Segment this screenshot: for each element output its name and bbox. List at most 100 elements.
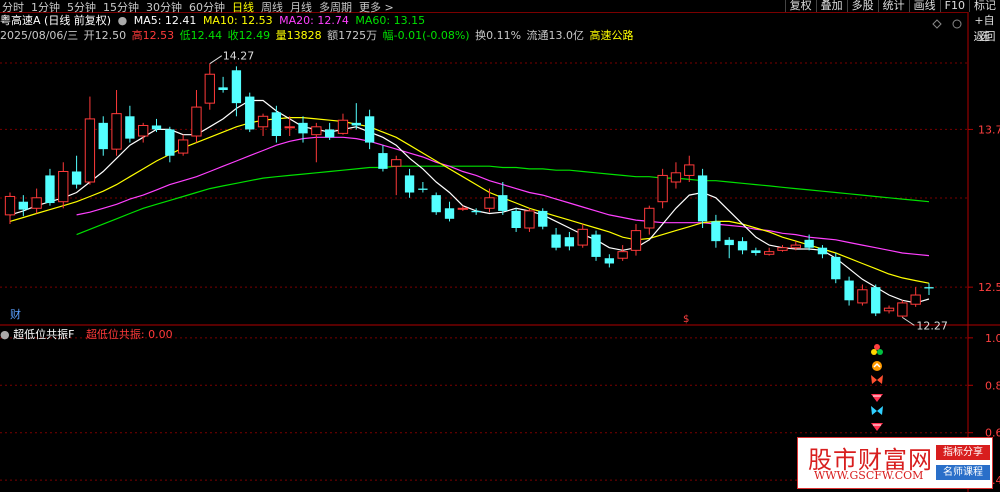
candle <box>431 192 441 215</box>
candle <box>630 224 642 256</box>
toolbar-button[interactable]: 复权 <box>784 0 816 12</box>
period-tab[interactable]: 5分钟 <box>67 0 96 15</box>
indicator-icons <box>871 344 883 431</box>
candle-body <box>191 106 202 137</box>
tricolor-balls-icon <box>871 344 883 355</box>
candle-body <box>591 234 601 257</box>
candle <box>257 113 269 136</box>
period-tab[interactable]: 30分钟 <box>146 0 182 15</box>
candle <box>871 284 881 317</box>
candle <box>684 155 695 182</box>
float-cap-label: 流通13.0亿 <box>526 29 585 42</box>
period-tab[interactable]: 分时 <box>2 0 24 15</box>
chart-canvas[interactable]: 13.712.51.00.80.60.414.2712.27财$ <box>0 0 1000 492</box>
side-button[interactable]: 返回 <box>969 29 1000 45</box>
candle-body <box>804 239 814 248</box>
candle <box>817 245 828 259</box>
indicator-settings-icon[interactable]: ● <box>0 328 10 341</box>
toolbar-button[interactable]: 标记 <box>969 0 1000 12</box>
candle <box>764 247 775 256</box>
candle-body <box>817 247 828 255</box>
side-button[interactable]: +自选 <box>969 13 1000 43</box>
period-tab[interactable]: 15分钟 <box>103 0 139 15</box>
candle-body <box>4 195 16 216</box>
candle <box>724 237 734 259</box>
candle-body <box>177 139 189 154</box>
side-buttons: +自选 返回 <box>969 13 1000 45</box>
candle-body <box>657 174 668 203</box>
period-tab[interactable]: 周线 <box>261 0 283 15</box>
watermark-tag-course[interactable]: 名师课程 <box>936 465 990 480</box>
period-tab[interactable]: 月线 <box>290 0 312 15</box>
period-tab[interactable]: 多周期 <box>319 0 352 15</box>
stock-name[interactable]: 粤高速A (日线 前复权) <box>0 14 111 27</box>
ma10-label: MA10: 12.53 <box>202 14 273 27</box>
candle-body <box>777 247 788 251</box>
candle <box>670 162 682 189</box>
ma5-label: MA5: 12.41 <box>133 14 197 27</box>
sector-label[interactable]: 高速公路 <box>590 29 634 42</box>
candle <box>177 134 189 156</box>
period-tab[interactable]: 1分钟 <box>31 0 60 15</box>
toolbar-button[interactable]: 叠加 <box>815 0 847 12</box>
orange-circle-icon <box>872 361 882 371</box>
ma60-label: MA60: 13.15 <box>355 14 426 27</box>
candle <box>311 122 322 163</box>
ma-legend: 粤高速A (日线 前复权) ● MA5: 12.41 MA10: 12.53 M… <box>0 14 428 28</box>
candle-body <box>684 164 695 176</box>
settings-icon[interactable]: ● <box>118 14 128 27</box>
candle-body <box>84 118 96 183</box>
ma10-line <box>9 117 930 284</box>
candle-body <box>457 207 469 210</box>
candle-body <box>484 197 495 209</box>
candle <box>364 109 375 150</box>
butterfly-red-icon <box>871 375 883 384</box>
candle-body <box>910 294 921 305</box>
candle-body <box>751 250 761 253</box>
candle-body <box>670 172 682 183</box>
candle <box>71 155 82 189</box>
toolbar-button[interactable]: 统计 <box>877 0 909 12</box>
candle-body <box>431 195 441 213</box>
candle-body <box>871 287 881 314</box>
low-mark-line <box>902 316 915 326</box>
candle <box>378 145 388 172</box>
period-tab[interactable]: 60分钟 <box>189 0 225 15</box>
candle-body <box>564 237 575 247</box>
candle <box>284 116 295 136</box>
candle-body <box>418 188 428 190</box>
candle <box>617 245 628 261</box>
period-tab[interactable]: 更多 > <box>359 0 394 15</box>
candle <box>564 231 575 251</box>
circle-icon <box>952 19 962 29</box>
toolbar-button[interactable]: F10 <box>939 0 969 12</box>
candle-body <box>351 122 361 126</box>
toolbar-button[interactable]: 多股 <box>846 0 878 12</box>
indicator-name[interactable]: 超低位共振F <box>13 328 74 341</box>
candle <box>111 90 122 156</box>
candle <box>4 192 16 225</box>
candle <box>697 168 708 228</box>
candle <box>351 103 361 130</box>
candle-body <box>444 208 455 219</box>
candle <box>444 201 455 222</box>
candle-body <box>364 116 375 143</box>
candle-body <box>711 221 721 242</box>
indicator-tick-label: 1.0 <box>985 332 1000 345</box>
finance-marker: 财 <box>10 307 21 321</box>
indicator-tick-label: 0.8 <box>985 379 1000 392</box>
candle-body <box>604 258 615 264</box>
candle <box>337 113 349 135</box>
toolbar-button[interactable]: 画线 <box>908 0 940 12</box>
top-toolbar: 分时 1分钟 5分钟 15分钟 30分钟 60分钟 日线 周线 月线 多周期 更多 > 复权 叠加 多股… <box>0 0 1000 15</box>
candle <box>910 287 921 307</box>
period-tab[interactable]: 日线 <box>232 0 254 15</box>
candle <box>231 66 242 117</box>
candle-body <box>31 197 42 209</box>
candle-body <box>111 113 122 150</box>
candle-body <box>271 112 282 136</box>
candle-body <box>617 251 628 259</box>
watermark-tag-share[interactable]: 指标分享 <box>936 445 990 460</box>
candle-body <box>844 280 854 301</box>
candle <box>844 276 854 306</box>
